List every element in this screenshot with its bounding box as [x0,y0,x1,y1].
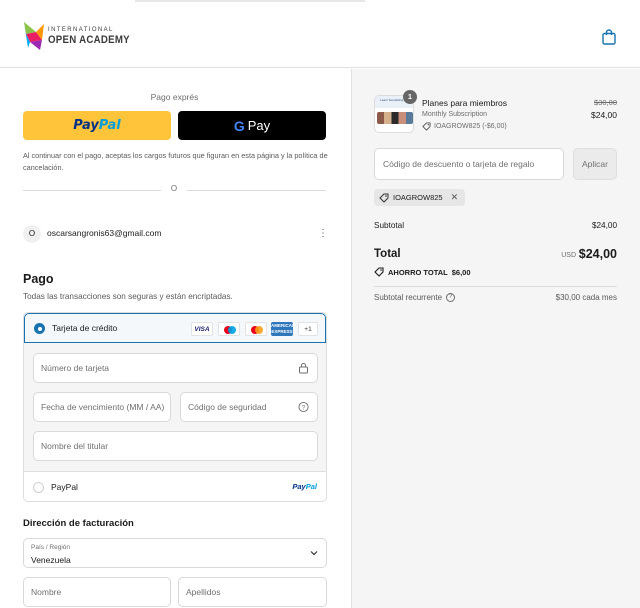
remove-code-icon[interactable]: ✕ [451,192,459,203]
maestro-icon [218,322,240,336]
cardholder-name-field[interactable]: Nombre del titular [33,431,318,461]
credit-card-label: Tarjeta de crédito [52,323,118,333]
paypal-logo: PayPal [73,118,121,133]
paypal-express-button[interactable]: PayPal [23,111,171,140]
payment-methods: Tarjeta de crédito VISA AMERICAN EXPRESS… [23,312,327,502]
or-divider: O [23,184,326,196]
paypal-radio[interactable] [33,482,44,493]
tag-icon [422,122,431,131]
credit-card-option[interactable]: Tarjeta de crédito VISA AMERICAN EXPRESS… [24,313,326,343]
google-pay-button[interactable]: G Pay [178,111,326,140]
paypal-label: PayPal [51,482,78,492]
visa-icon: VISA [191,322,213,336]
discount-code-input[interactable]: Código de descuento o tarjeta de regalo [374,148,564,180]
summary-divider [374,286,617,287]
applied-code-chip: IOAGROW825 ✕ [374,189,465,206]
total-savings: AHORRO TOTAL $6,00 [374,267,471,277]
subtotal-label: Subtotal [374,221,405,230]
paypal-logo-small: PayPal [292,482,317,491]
header: INTERNATIONAL OPEN ACADEMY [0,2,640,68]
billing-address-title: Dirección de facturación [23,518,134,529]
product-subtitle: Monthly Subscription [422,111,487,118]
product-name: Planes para miembros [422,98,508,108]
tag-icon [379,193,389,203]
kebab-menu-icon[interactable]: ⋮ [318,226,328,242]
gpay-label: Pay [247,118,271,133]
card-number-field[interactable]: Número de tarjeta [33,353,318,383]
help-circle-icon[interactable]: ? [446,293,456,302]
payment-subtitle: Todas las transacciones son seguras y es… [23,292,233,301]
or-text: O [170,184,178,193]
express-terms-text: Al continuar con el pago, aceptas los ca… [23,151,328,172]
amex-icon: AMERICAN EXPRESS [271,322,296,336]
svg-text:?: ? [302,404,306,411]
security-code-field[interactable]: Código de seguridad ? [180,392,318,422]
product-discount: IOAGROW825 (-$6,00) [422,122,507,131]
shopping-bag-icon[interactable] [602,29,616,45]
total-label: Total [374,248,401,260]
logo-big-text: OPEN ACADEMY [48,34,130,46]
expiry-date-field[interactable]: Fecha de vencimiento (MM / AA) [33,392,171,422]
help-circle-icon[interactable]: ? [298,401,309,413]
lock-icon [299,363,308,374]
mastercard-icon [245,322,267,336]
apply-discount-button[interactable]: Aplicar [573,148,617,180]
recurring-subtotal-label: Subtotal recurrente ? [374,293,456,302]
paypal-option[interactable]: PayPal PayPal [24,471,326,501]
original-price: $30,00 [594,98,617,107]
country-select-value: Venezuela [31,555,71,565]
more-brands-badge: +1 [298,322,318,336]
card-fields: Número de tarjeta Fecha de vencimiento (… [24,343,326,471]
chevron-down-icon [310,551,318,556]
discounted-price: $24,00 [591,110,617,120]
logo[interactable]: INTERNATIONAL OPEN ACADEMY [22,18,130,54]
account-email: oscarsangronis63@gmail.com [47,228,162,238]
express-checkout-label: Pago exprés [150,92,199,102]
avatar: O [23,225,41,243]
payment-title: Pago [23,272,54,286]
applied-code-text: IOAGROW825 [393,193,443,202]
country-select[interactable]: País / Región Venezuela [23,538,327,568]
total-currency: USD [561,252,576,259]
google-g-icon: G [233,117,245,134]
logo-small-text: INTERNATIONAL [48,27,114,33]
country-select-label: País / Región [31,544,71,551]
logo-mark-icon [24,22,44,50]
total-value: $24,00 [578,247,617,261]
thumbnail-image [377,112,413,124]
last-name-field[interactable]: Apellidos [178,577,327,607]
account-row: O oscarsangronis63@gmail.com ⋮ [23,224,328,244]
credit-card-radio[interactable] [34,323,45,334]
quantity-badge: 1 [403,90,417,104]
recurring-subtotal-value: $30,00 cada mes [555,293,617,302]
tag-icon [374,267,384,277]
first-name-field[interactable]: Nombre [23,577,171,607]
subtotal-value: $24,00 [591,221,617,230]
